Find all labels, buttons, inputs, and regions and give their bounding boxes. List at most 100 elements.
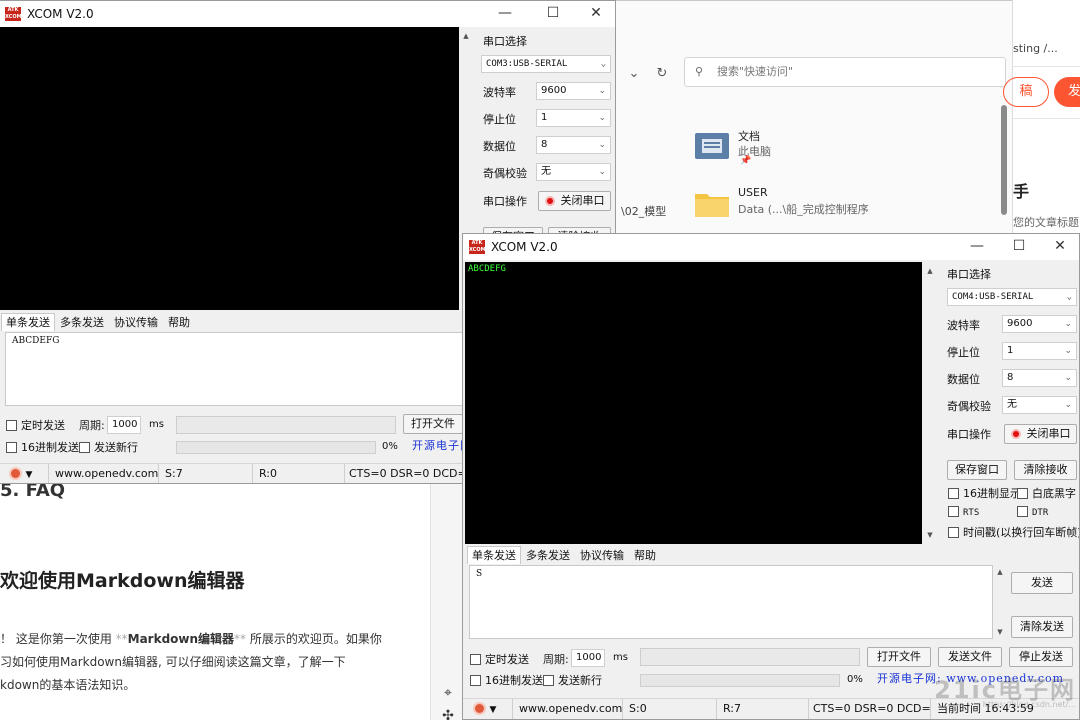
browser-tab[interactable]: sting /... (1013, 42, 1080, 55)
xcom1-title-bar: ATK XCOM XCOM V2.0 — ☐ ✕ (0, 1, 615, 27)
send-text-area[interactable]: ABCDEFG (5, 332, 463, 406)
status-led-icon (544, 196, 555, 206)
send-newline-checkbox[interactable]: 发送新行 (543, 672, 602, 688)
receive-display[interactable]: ABCDEFG (465, 262, 922, 544)
promo-link[interactable]: 开源电子网: www.openedv.com (412, 437, 464, 453)
tab-help[interactable]: 帮助 (629, 546, 661, 564)
tab-multi-send[interactable]: 多条发送 (521, 546, 575, 564)
scroll-up-icon[interactable]: ▲ (993, 565, 1007, 579)
markdown-editor-page: 5. FAQ 欢迎使用Markdown编辑器 ！ 这是你第一次使用 **Mark… (0, 480, 430, 720)
tab-multi-send[interactable]: 多条发送 (55, 313, 109, 331)
scroll-down-icon[interactable]: ▼ (923, 528, 937, 542)
status-sent-count: S:7 (161, 464, 253, 483)
tab-single-send[interactable]: 单条发送 (1, 313, 55, 331)
timed-send-checkbox[interactable]: 定时发送 (470, 651, 529, 667)
scroll-down-icon[interactable]: ▼ (993, 625, 1007, 639)
status-lines: CTS=0 DSR=0 DCD=0 (809, 699, 931, 719)
publish-button[interactable]: 发 (1054, 77, 1080, 107)
folder-icon (695, 194, 729, 217)
file-path-field[interactable] (640, 648, 860, 666)
parity-select[interactable]: 无 ⌄ (1002, 396, 1077, 414)
hex-send-checkbox[interactable]: 16进制发送 (470, 672, 543, 688)
chevron-down-icon: ⌄ (600, 59, 606, 69)
hex-display-checkbox[interactable]: 16进制显示 (948, 485, 1021, 501)
timestamp-checkbox[interactable]: 时间戳(以换行回车断帧) (948, 524, 1079, 540)
editor-tool-strip: ⌖ ✣ (430, 480, 464, 720)
period-label: 周期: (543, 653, 569, 666)
file-item-user[interactable]: USER Data (...\船_完成控制程序 (694, 186, 934, 226)
save-draft-button[interactable]: 稿 (1003, 77, 1049, 107)
port-op-label: 串口操作 (483, 195, 527, 208)
send-progress-bar (640, 674, 840, 687)
explorer-scrollbar[interactable] (1001, 105, 1007, 215)
tab-single-send[interactable]: 单条发送 (467, 546, 521, 564)
send-newline-checkbox[interactable]: 发送新行 (79, 439, 138, 455)
parity-select[interactable]: 无 ⌄ (536, 163, 611, 181)
send-text-area[interactable]: S (469, 565, 993, 639)
close-icon[interactable]: ✕ (1045, 238, 1075, 254)
close-port-button[interactable]: 关闭串口 (1004, 424, 1077, 444)
maximize-icon[interactable]: ☐ (1004, 238, 1034, 254)
status-sent-count: S:0 (625, 699, 717, 719)
stop-bits-select[interactable]: 1 ⌄ (536, 109, 611, 127)
send-button[interactable]: 发送 (1011, 572, 1073, 594)
close-icon[interactable]: ✕ (581, 5, 611, 21)
save-window-button[interactable]: 保存窗口 (947, 460, 1007, 480)
period-input[interactable]: 1000 (571, 649, 605, 667)
open-file-button[interactable]: 打开文件 (403, 414, 463, 434)
clear-send-button[interactable]: 清除发送 (1011, 616, 1073, 638)
send-scrollbar[interactable]: ▲ ▼ (993, 565, 1007, 639)
window-title: XCOM V2.0 (27, 7, 94, 21)
file-path-field[interactable] (176, 416, 396, 434)
explorer-path-fragment: \02_模型 (621, 205, 667, 218)
period-input[interactable]: 1000 (107, 416, 141, 434)
chevron-down-icon: ▼ (489, 705, 497, 715)
tab-protocol[interactable]: 协议传输 (575, 546, 629, 564)
receive-display[interactable] (0, 27, 459, 310)
data-bits-select[interactable]: 8 ⌄ (536, 136, 611, 154)
chevron-down-icon: ⌄ (1064, 400, 1072, 410)
port-select[interactable]: COM4:USB-SERIAL ⌄ (947, 288, 1077, 306)
status-url: www.openedv.com (51, 464, 159, 483)
tab-protocol[interactable]: 协议传输 (109, 313, 163, 331)
minimize-icon[interactable]: — (962, 238, 992, 254)
atk-logo-icon: ATK XCOM (5, 7, 22, 21)
tab-help[interactable]: 帮助 (163, 313, 195, 331)
stop-bits-label: 停止位 (483, 113, 516, 126)
data-bits-select[interactable]: 8 ⌄ (1002, 369, 1077, 387)
send-file-button[interactable]: 发送文件 (938, 647, 1002, 667)
maximize-icon[interactable]: ☐ (538, 5, 568, 21)
xcom-window-com4: ATK XCOM XCOM V2.0 — ☐ ✕ ABCDEFG ▲ ▼ 串口选择… (462, 233, 1080, 720)
data-bits-label: 数据位 (483, 140, 516, 153)
browser-window: sting /... 稿 发 手 您的文章标题 (1003, 0, 1080, 240)
chevron-down-icon[interactable]: ⌄ (623, 63, 645, 85)
window-title: XCOM V2.0 (491, 240, 558, 254)
receive-scrollbar[interactable]: ▲ ▼ (923, 262, 937, 544)
stop-send-button[interactable]: 停止发送 (1009, 647, 1073, 667)
dtr-checkbox[interactable]: DTR (1017, 506, 1048, 518)
white-bg-checkbox[interactable]: 白底黑字 (1017, 485, 1076, 501)
rts-checkbox[interactable]: RTS (948, 506, 979, 518)
minimize-icon[interactable]: — (490, 5, 520, 21)
send-progress-label: 0% (382, 441, 398, 452)
gear-icon (9, 467, 22, 480)
refresh-icon[interactable]: ↻ (651, 63, 673, 85)
settings-gear[interactable]: ▼ (0, 464, 49, 483)
scroll-up-icon[interactable]: ▲ (459, 29, 473, 43)
hex-send-checkbox[interactable]: 16进制发送 (6, 439, 79, 455)
timed-send-checkbox[interactable]: 定时发送 (6, 417, 65, 433)
clear-receive-button[interactable]: 清除接收 (1014, 460, 1077, 480)
explorer-search-input[interactable]: ⚲ 搜索"快速访问" (684, 57, 1006, 87)
crosshair-icon[interactable]: ⌖ (431, 685, 465, 701)
close-port-button[interactable]: 关闭串口 (538, 191, 611, 211)
parity-label: 奇偶校验 (483, 167, 527, 180)
scroll-up-icon[interactable]: ▲ (923, 264, 937, 278)
port-select[interactable]: COM3:USB-SERIAL ⌄ (481, 55, 611, 73)
settings-gear[interactable]: ▼ (463, 699, 513, 719)
move-icon[interactable]: ✣ (431, 708, 465, 720)
stop-bits-select[interactable]: 1 ⌄ (1002, 342, 1077, 360)
baud-select[interactable]: 9600 ⌄ (1002, 315, 1077, 333)
baud-select[interactable]: 9600 ⌄ (536, 82, 611, 100)
file-item-documents[interactable]: 文档 此电脑 📌 (694, 128, 894, 168)
open-file-button[interactable]: 打开文件 (867, 647, 931, 667)
